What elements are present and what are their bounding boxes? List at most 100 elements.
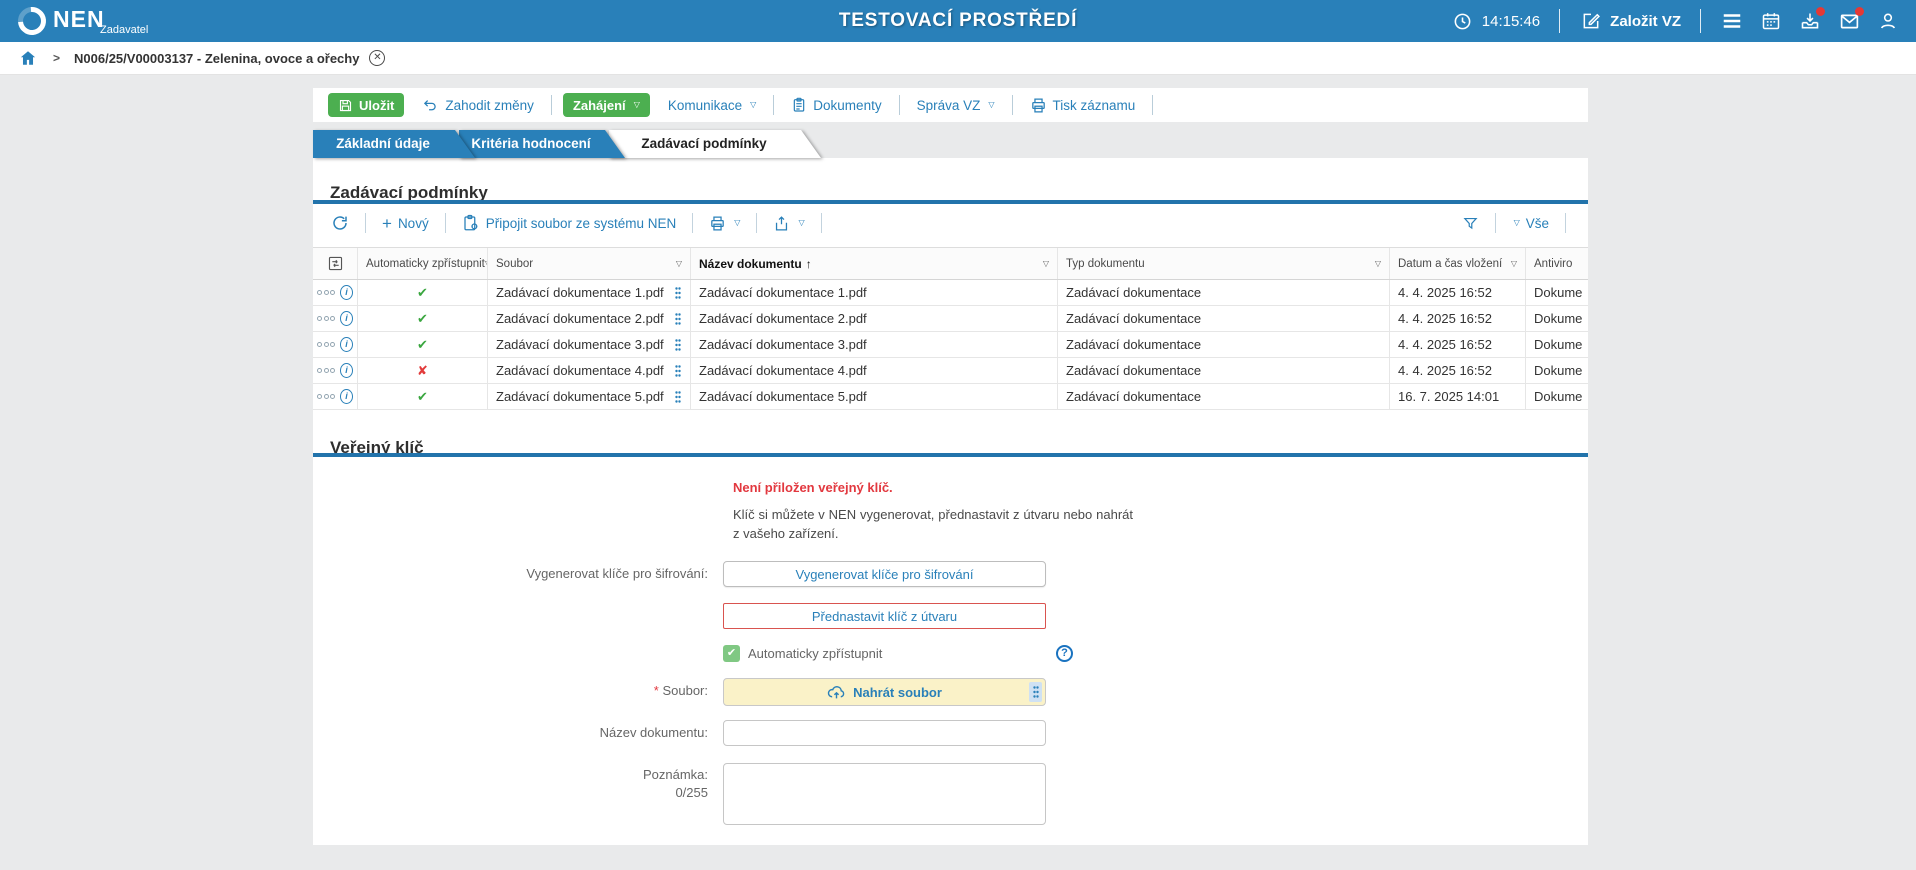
column-settings-header[interactable] <box>313 248 358 279</box>
documents-button[interactable]: Dokumenty <box>785 96 887 114</box>
menu-icon[interactable] <box>1720 9 1744 33</box>
document-name-input[interactable] <box>723 720 1046 746</box>
column-header-date[interactable]: Datum a čas vložení ▽ <box>1390 248 1526 279</box>
preset-key-button[interactable]: Přednastavit klíč z útvaru <box>723 603 1046 629</box>
file-name: Zadávací dokumentace 1.pdf <box>496 285 664 300</box>
undo-icon <box>422 97 439 114</box>
note-textarea[interactable] <box>723 763 1046 825</box>
info-icon[interactable]: i <box>340 311 353 326</box>
export-button[interactable]: ▽ <box>767 214 810 233</box>
help-icon[interactable]: ? <box>1056 645 1073 662</box>
chevron-down-icon: ▽ <box>734 219 740 227</box>
refresh-button[interactable] <box>325 213 355 233</box>
mail-icon[interactable] <box>1837 9 1861 33</box>
filter-icon[interactable]: ▽ <box>1043 259 1049 268</box>
upload-date: 4. 4. 2025 16:52 <box>1390 358 1526 383</box>
attach-from-nen-button[interactable]: Připojit soubor ze systému NEN <box>456 213 683 233</box>
calendar-icon[interactable] <box>1759 9 1783 33</box>
filter-icon[interactable]: ▽ <box>1375 259 1381 268</box>
divider <box>1700 9 1701 33</box>
drag-dots-icon[interactable] <box>674 338 682 352</box>
document-name: Zadávací dokumentace 5.pdf <box>691 384 1058 409</box>
action-toolbar: Uložit Zahodit změny Zahájení ▽ Komunika… <box>313 88 1588 122</box>
row-actions-icon[interactable] <box>317 342 335 347</box>
close-record-icon[interactable]: ✕ <box>369 50 385 66</box>
column-header-type[interactable]: Typ dokumentu ▽ <box>1058 248 1390 279</box>
info-icon[interactable]: i <box>340 285 353 300</box>
info-icon[interactable]: i <box>340 363 353 378</box>
table-row[interactable]: i ✔ Zadávací dokumentace 2.pdf Zadávací … <box>313 306 1588 332</box>
row-actions-icon[interactable] <box>317 394 335 399</box>
document-name-label: Název dokumentu: <box>313 725 708 740</box>
filter-icon[interactable]: ▽ <box>1511 259 1517 268</box>
column-header-auto[interactable]: Automaticky zpřístupnit ▽ <box>358 248 488 279</box>
drag-dots-icon[interactable] <box>674 364 682 378</box>
breadcrumb-chevron: > <box>53 51 60 65</box>
notification-badge <box>1855 7 1864 16</box>
antivirus-status: Dokume <box>1526 306 1588 331</box>
info-icon[interactable]: i <box>340 389 353 404</box>
admin-vz-menu[interactable]: Správa VZ ▽ <box>911 97 1001 114</box>
divider <box>692 213 693 233</box>
upload-options-icon[interactable] <box>1029 682 1042 702</box>
user-icon[interactable] <box>1876 9 1900 33</box>
drag-dots-icon[interactable] <box>674 312 682 326</box>
upload-date: 4. 4. 2025 16:52 <box>1390 280 1526 305</box>
breadcrumb-record[interactable]: N006/25/V00003137 - Zelenina, ovoce a oř… <box>74 51 359 66</box>
file-name: Zadávací dokumentace 4.pdf <box>496 363 664 378</box>
chevron-down-icon: ▽ <box>750 101 756 109</box>
document-type: Zadávací dokumentace <box>1058 280 1390 305</box>
table-row[interactable]: i ✘ Zadávací dokumentace 4.pdf Zadávací … <box>313 358 1588 384</box>
column-header-name[interactable]: Název dokumentu ↑ ▽ <box>691 248 1058 279</box>
table-row[interactable]: i ✔ Zadávací dokumentace 5.pdf Zadávací … <box>313 384 1588 410</box>
required-mark: * <box>654 683 659 698</box>
show-all-filter[interactable]: ▽ Vše <box>1506 215 1555 232</box>
sort-asc-icon: ↑ <box>806 257 812 271</box>
document-name: Zadávací dokumentace 1.pdf <box>691 280 1058 305</box>
divider <box>551 95 552 115</box>
divider <box>1495 213 1496 233</box>
downloads-tray-icon[interactable] <box>1798 9 1822 33</box>
table-row[interactable]: i ✔ Zadávací dokumentace 1.pdf Zadávací … <box>313 280 1588 306</box>
antivirus-status: Dokume <box>1526 332 1588 357</box>
generate-keys-button[interactable]: Vygenerovat klíče pro šifrování <box>723 561 1046 587</box>
generate-keys-label: Vygenerovat klíče pro šifrování: <box>313 566 708 581</box>
notification-badge <box>1816 7 1825 16</box>
print-grid-button[interactable]: ▽ <box>703 214 746 233</box>
divider <box>756 213 757 233</box>
column-header-file[interactable]: Soubor ▽ <box>488 248 691 279</box>
drag-dots-icon[interactable] <box>674 286 682 300</box>
file-name: Zadávací dokumentace 5.pdf <box>496 389 664 404</box>
info-icon[interactable]: i <box>340 337 353 352</box>
start-procedure-button[interactable]: Zahájení ▽ <box>563 93 650 117</box>
filter-button[interactable] <box>1456 214 1485 233</box>
upload-date: 16. 7. 2025 14:01 <box>1390 384 1526 409</box>
create-vz-button[interactable]: Založit VZ <box>1579 9 1681 33</box>
document-name: Zadávací dokumentace 2.pdf <box>691 306 1058 331</box>
new-document-button[interactable]: + Nový <box>376 214 435 233</box>
row-actions-icon[interactable] <box>317 368 335 373</box>
column-header-antivirus[interactable]: Antiviro <box>1526 248 1588 279</box>
check-icon: ✔ <box>417 389 428 405</box>
table-row[interactable]: i ✔ Zadávací dokumentace 3.pdf Zadávací … <box>313 332 1588 358</box>
key-hint-text: Klíč si můžete v NEN vygenerovat, předna… <box>733 506 1133 544</box>
divider <box>899 95 900 115</box>
print-record-button[interactable]: Tisk záznamu <box>1024 96 1142 115</box>
row-actions-icon[interactable] <box>317 316 335 321</box>
tab-zadavaci-podminky[interactable]: Zadávací podmínky <box>609 130 821 158</box>
auto-publish-checkbox[interactable]: ✔ <box>723 645 740 662</box>
save-button[interactable]: Uložit <box>328 93 404 117</box>
divider <box>1012 95 1013 115</box>
check-icon: ✔ <box>417 311 428 327</box>
section-rule <box>313 200 1588 204</box>
communication-menu[interactable]: Komunikace ▽ <box>662 97 762 114</box>
row-actions-icon[interactable] <box>317 290 335 295</box>
tab-kriteria-hodnoceni[interactable]: Kritéria hodnocení <box>459 130 625 158</box>
tab-zakladni-udaje[interactable]: Základní údaje <box>313 130 475 158</box>
filter-icon[interactable]: ▽ <box>676 259 682 268</box>
documents-table: Automaticky zpřístupnit ▽ Soubor ▽ Název… <box>313 247 1588 410</box>
drag-dots-icon[interactable] <box>674 390 682 404</box>
discard-changes-button[interactable]: Zahodit změny <box>416 96 540 115</box>
upload-file-button[interactable]: Nahrát soubor <box>723 678 1046 706</box>
home-icon[interactable] <box>19 49 37 67</box>
